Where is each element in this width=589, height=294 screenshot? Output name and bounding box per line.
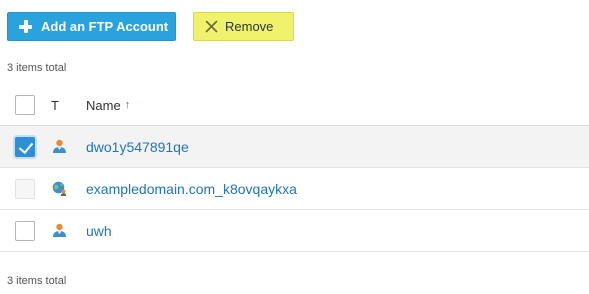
row-checkbox[interactable] xyxy=(15,136,35,157)
add-ftp-account-button[interactable]: Add an FTP Account xyxy=(7,12,176,41)
items-total-bottom: 3 items total xyxy=(7,275,67,287)
column-header-name-label: Name xyxy=(86,97,121,113)
items-total-top: 3 items total xyxy=(7,62,67,74)
account-name-link[interactable]: exampledomain.com_k8ovqaykxa xyxy=(86,181,297,197)
row-checkbox[interactable] xyxy=(15,220,35,241)
account-name-link[interactable]: uwh xyxy=(86,223,112,239)
table-header: T Name ↑ xyxy=(0,85,589,126)
globe-user-icon xyxy=(52,181,67,196)
close-x-icon xyxy=(205,20,218,33)
table-row[interactable]: exampledomain.com_k8ovqaykxa xyxy=(0,168,589,210)
add-ftp-account-label: Add an FTP Account xyxy=(41,19,169,34)
sort-ascending-icon: ↑ xyxy=(124,99,131,111)
column-header-name[interactable]: Name ↑ xyxy=(86,98,130,113)
table-row[interactable]: uwh xyxy=(0,210,589,252)
user-icon xyxy=(53,139,66,153)
plus-icon xyxy=(19,20,32,33)
remove-button[interactable]: Remove xyxy=(193,12,294,41)
select-all-checkbox[interactable] xyxy=(15,95,35,115)
toolbar: Add an FTP Account Remove xyxy=(7,12,294,41)
user-icon xyxy=(53,223,66,237)
remove-label: Remove xyxy=(225,19,274,34)
column-header-type[interactable]: T xyxy=(51,98,59,113)
ftp-accounts-table: T Name ↑ dwo1y547891qe exampledomain.com… xyxy=(0,85,589,252)
row-checkbox xyxy=(15,178,35,199)
account-name-link[interactable]: dwo1y547891qe xyxy=(86,139,189,155)
table-row[interactable]: dwo1y547891qe xyxy=(0,126,589,168)
